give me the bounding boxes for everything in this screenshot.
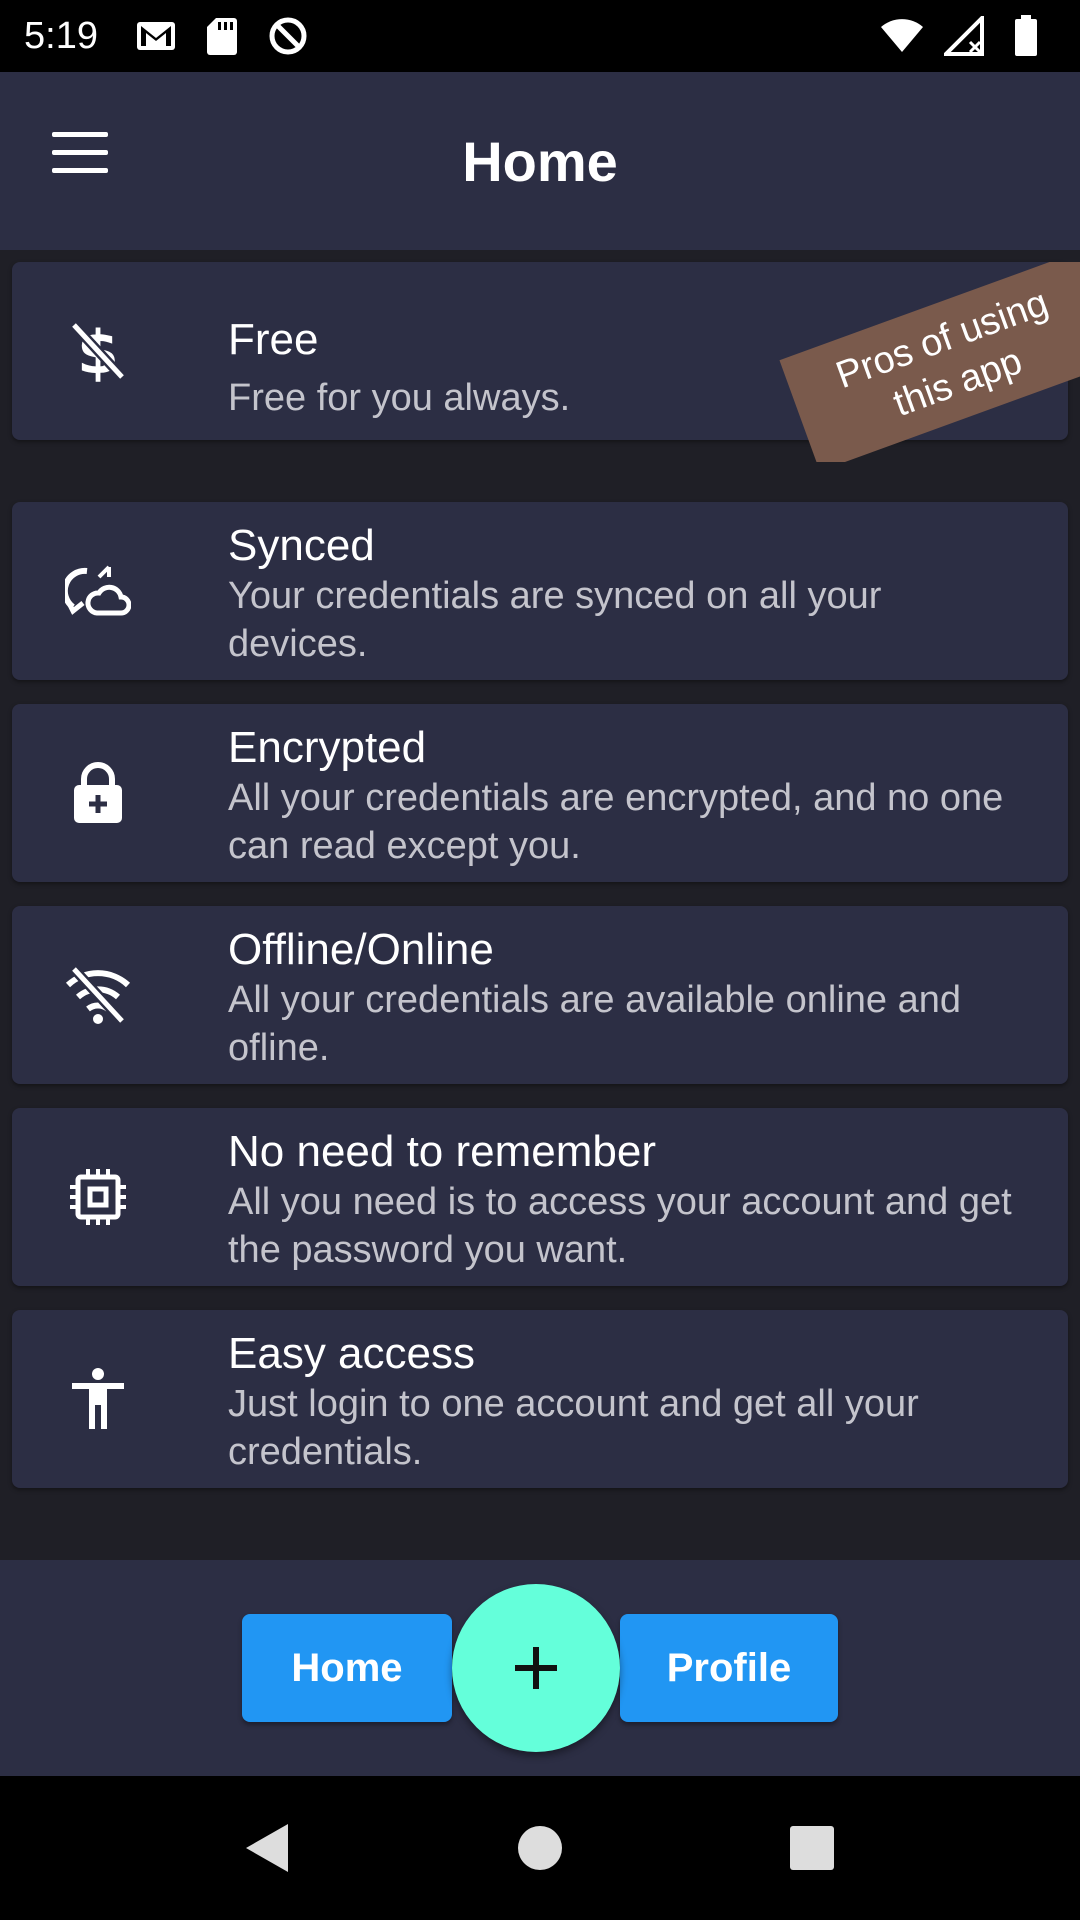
- feature-card-no-need-to-remember: No need to remember All you need is to a…: [12, 1108, 1068, 1286]
- feature-description: All you need is to access your account a…: [228, 1181, 1012, 1271]
- back-icon[interactable]: [240, 1818, 300, 1878]
- battery-icon: [1004, 14, 1048, 58]
- feature-title: Offline/Online: [228, 925, 494, 974]
- cell-signal-icon: [942, 14, 986, 58]
- status-time: 5:19: [24, 14, 98, 57]
- home-circle-icon[interactable]: [510, 1818, 570, 1878]
- feature-description: Just login to one account and get all yo…: [228, 1383, 919, 1473]
- pros-ribbon: Pros of using this app: [779, 262, 1080, 462]
- feature-description: All your credentials are encrypted, and …: [228, 777, 1004, 867]
- feature-description: Your credentials are synced on all your …: [228, 575, 882, 665]
- data-saver-icon: [266, 14, 310, 58]
- wifi-icon: [880, 14, 924, 58]
- feature-title: No need to remember: [228, 1127, 656, 1176]
- status-bar: 5:19: [0, 0, 1080, 72]
- add-button[interactable]: [452, 1584, 620, 1752]
- page-title: Home: [462, 129, 618, 193]
- feature-card-easy-access: Easy access Just login to one account an…: [12, 1310, 1068, 1488]
- accessibility-icon: [62, 1363, 134, 1435]
- hamburger-menu-icon[interactable]: [52, 132, 116, 188]
- feature-card-synced: Synced Your credentials are synced on al…: [12, 502, 1068, 680]
- memory-chip-icon: [62, 1161, 134, 1233]
- plus-icon: [515, 1647, 557, 1689]
- home-button[interactable]: Home: [242, 1614, 452, 1722]
- cloud-sync-icon: [62, 555, 134, 627]
- lock-add-icon: [62, 757, 134, 829]
- pros-ribbon-container: Pros of using this app: [770, 262, 1080, 462]
- feature-card-encrypted: Encrypted All your credentials are encry…: [12, 704, 1068, 882]
- app-bar: Home: [0, 72, 1080, 250]
- feature-description: All your credentials are available onlin…: [228, 979, 962, 1069]
- wifi-off-icon: [62, 959, 134, 1031]
- feature-title: Synced: [228, 521, 375, 570]
- gmail-icon: [134, 14, 178, 58]
- system-nav-bar: [0, 1776, 1080, 1920]
- recents-icon[interactable]: [782, 1818, 842, 1878]
- feature-title: Easy access: [228, 1329, 475, 1378]
- profile-button[interactable]: Profile: [620, 1614, 838, 1722]
- money-off-icon: $: [62, 315, 134, 387]
- sd-card-icon: [200, 14, 244, 58]
- bottom-nav: Home Profile: [0, 1560, 1080, 1776]
- feature-title: Encrypted: [228, 723, 427, 772]
- feature-card-offline-online: Offline/Online All your credentials are …: [12, 906, 1068, 1084]
